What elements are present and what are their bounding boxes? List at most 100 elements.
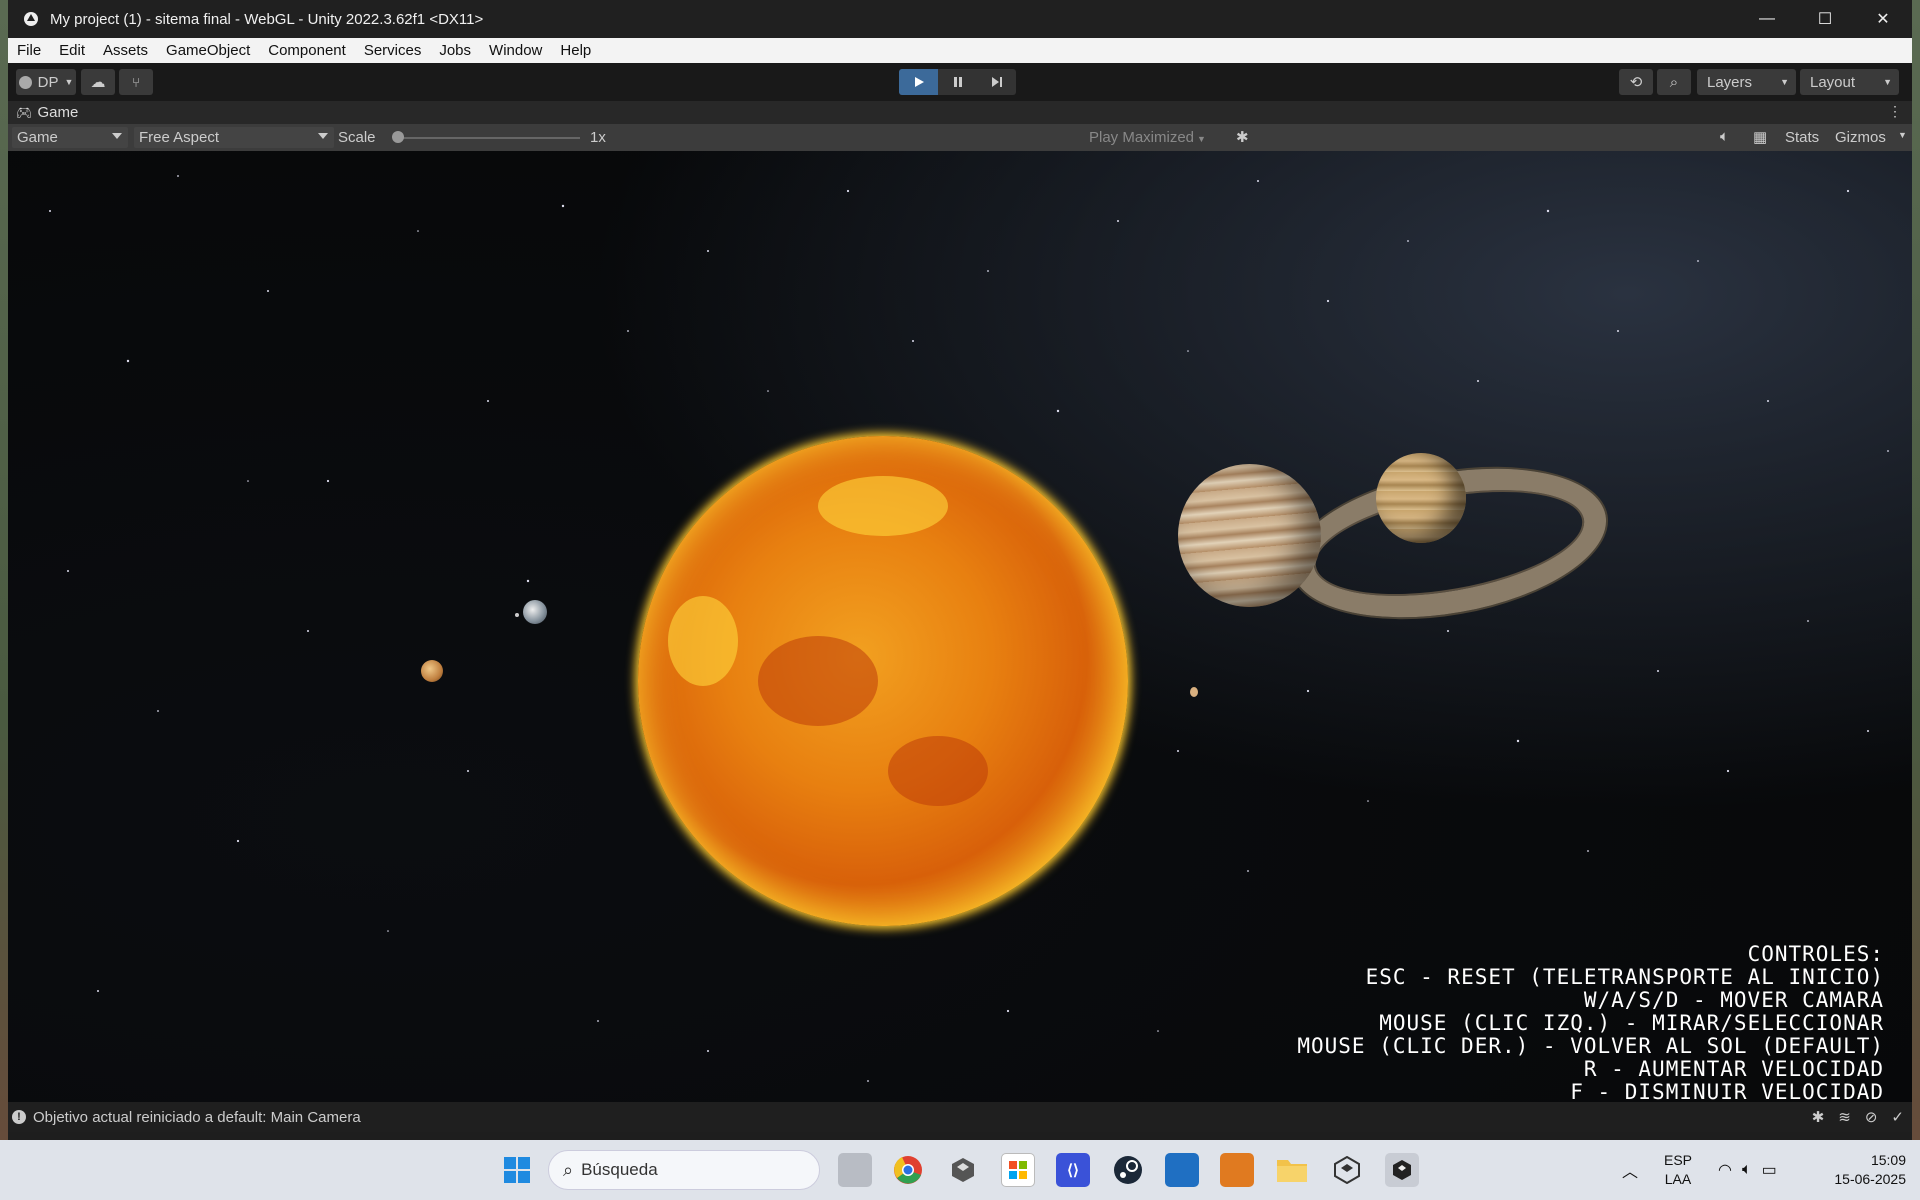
sun-surface bbox=[668, 596, 738, 686]
menu-gameobject[interactable]: GameObject bbox=[157, 42, 259, 59]
chevron-down-icon: ▼ bbox=[1780, 77, 1789, 87]
earth[interactable] bbox=[523, 600, 547, 624]
layout-label: Layout bbox=[1810, 73, 1856, 91]
aspect-dropdown[interactable]: Free Aspect bbox=[134, 127, 334, 148]
store-icon[interactable] bbox=[1001, 1153, 1035, 1187]
task-view-icon[interactable] bbox=[838, 1153, 872, 1187]
display-dropdown[interactable]: Game bbox=[12, 127, 128, 148]
cloud-button[interactable]: ☁ bbox=[81, 69, 115, 95]
status-message[interactable]: Objetivo actual reiniciado a default: Ma… bbox=[33, 1109, 361, 1126]
menu-file[interactable]: File bbox=[8, 42, 50, 59]
app-icon[interactable] bbox=[1220, 1153, 1254, 1187]
play-button[interactable] bbox=[899, 69, 938, 95]
menu-window[interactable]: Window bbox=[480, 42, 551, 59]
menu-component[interactable]: Component bbox=[259, 42, 355, 59]
layers-label: Layers bbox=[1707, 73, 1753, 91]
menu-edit[interactable]: Edit bbox=[50, 42, 94, 59]
scale-label: Scale bbox=[338, 129, 376, 146]
file-explorer-icon[interactable] bbox=[1275, 1153, 1309, 1187]
menu-assets[interactable]: Assets bbox=[94, 42, 157, 59]
bug-icon[interactable]: ✱ bbox=[1236, 128, 1249, 146]
chevron-down-icon: ▼ bbox=[1197, 134, 1206, 144]
control-line: ESC - RESET (TELETRANSPORTE AL INICIO) bbox=[1365, 965, 1884, 989]
menu-services[interactable]: Services bbox=[355, 42, 431, 59]
scale-slider-track[interactable] bbox=[394, 137, 580, 139]
app-icon[interactable] bbox=[1165, 1153, 1199, 1187]
grid-icon[interactable]: ▦ bbox=[1753, 128, 1767, 146]
saturn[interactable] bbox=[1376, 453, 1466, 543]
step-button[interactable] bbox=[977, 69, 1016, 95]
play-icon bbox=[914, 77, 924, 87]
version-control-button[interactable]: ⑂ bbox=[119, 69, 153, 95]
sun[interactable] bbox=[638, 436, 1128, 926]
visual-studio-icon[interactable]: ⟨⟩ bbox=[1056, 1153, 1090, 1187]
stats-button[interactable]: Stats bbox=[1785, 129, 1819, 146]
maximize-button[interactable]: ☐ bbox=[1796, 0, 1854, 38]
game-viewport[interactable]: CONTROLES: ESC - RESET (TELETRANSPORTE A… bbox=[8, 151, 1912, 1102]
vs-glyph: ⟨⟩ bbox=[1067, 1162, 1079, 1179]
unity-hub-icon[interactable] bbox=[946, 1153, 980, 1187]
info-icon: ! bbox=[12, 1110, 26, 1124]
network-icon[interactable]: ⊘ bbox=[1865, 1108, 1878, 1126]
debug-icon[interactable]: ✱ bbox=[1812, 1108, 1825, 1126]
window-title: My project (1) - sitema final - WebGL - … bbox=[50, 10, 484, 28]
jupiter[interactable] bbox=[1178, 464, 1321, 607]
controls-overlay: CONTROLES: ESC - RESET (TELETRANSPORTE A… bbox=[1297, 943, 1884, 1103]
pause-icon bbox=[953, 77, 962, 87]
search-button[interactable]: ⌕ bbox=[1657, 69, 1691, 95]
battery-icon: ▭ bbox=[1761, 1162, 1777, 1179]
sun-surface bbox=[888, 736, 988, 806]
venus[interactable] bbox=[421, 660, 443, 682]
more-options-icon[interactable]: ⋮ bbox=[1888, 103, 1902, 120]
chrome-icon[interactable] bbox=[891, 1153, 925, 1187]
tab-label: Game bbox=[37, 104, 79, 121]
search-icon: ⌕ bbox=[563, 1159, 574, 1180]
search-icon: ⌕ bbox=[1669, 73, 1679, 91]
checkmark-icon[interactable]: ✓ bbox=[1891, 1108, 1904, 1126]
control-line: F - DISMINUIR VELOCIDAD bbox=[1570, 1080, 1884, 1103]
cache-icon[interactable]: ≋ bbox=[1838, 1108, 1851, 1126]
title-bar: My project (1) - sitema final - WebGL - … bbox=[8, 0, 1912, 38]
unity-editor-window: My project (1) - sitema final - WebGL - … bbox=[8, 0, 1912, 1140]
volume-icon: 🔈︎ bbox=[1741, 1161, 1752, 1178]
show-hidden-icons[interactable]: ︿ bbox=[1622, 1140, 1638, 1200]
system-tray[interactable]: ◠ 🔈︎ ▭ bbox=[1718, 1140, 1777, 1200]
play-mode-dropdown[interactable]: Play Maximized ▼ bbox=[1089, 129, 1206, 146]
close-button[interactable]: ✕ bbox=[1854, 0, 1912, 38]
language-indicator[interactable]: ESP LAA bbox=[1664, 1140, 1692, 1200]
moon[interactable] bbox=[515, 613, 519, 617]
undo-history-button[interactable]: ⟲ bbox=[1619, 69, 1653, 95]
chevron-down-icon[interactable]: ▼ bbox=[1898, 130, 1907, 140]
unity-editor-icon[interactable] bbox=[1385, 1153, 1419, 1187]
mercury[interactable] bbox=[1190, 687, 1198, 697]
scale-slider-handle[interactable] bbox=[392, 131, 404, 143]
chevron-down-icon bbox=[112, 133, 122, 139]
menu-help[interactable]: Help bbox=[551, 42, 600, 59]
steam-icon[interactable] bbox=[1111, 1153, 1145, 1187]
windows-taskbar: ⌕ Búsqueda ⟨⟩ ︿ ESP LAA ◠ 🔈︎ ▭ 15:09 15-… bbox=[0, 1140, 1920, 1200]
gizmos-button[interactable]: Gizmos bbox=[1835, 129, 1886, 146]
unity-hub-icon[interactable] bbox=[1330, 1153, 1364, 1187]
account-dropdown[interactable]: DP ▼ bbox=[16, 69, 76, 95]
minimize-button[interactable]: — bbox=[1738, 0, 1796, 38]
keyboard-layout: LAA bbox=[1664, 1171, 1692, 1187]
clock[interactable]: 15:09 15-06-2025 bbox=[1818, 1140, 1906, 1200]
search-placeholder: Búsqueda bbox=[581, 1160, 658, 1179]
start-button[interactable] bbox=[500, 1153, 534, 1187]
unity-logo-icon bbox=[20, 8, 42, 30]
branch-icon: ⑂ bbox=[132, 74, 140, 90]
cloud-icon: ☁ bbox=[90, 74, 106, 91]
layers-dropdown[interactable]: Layers ▼ bbox=[1697, 69, 1796, 95]
taskbar-search[interactable]: ⌕ Búsqueda bbox=[548, 1150, 820, 1190]
pause-button[interactable] bbox=[938, 69, 977, 95]
history-icon: ⟲ bbox=[1629, 74, 1643, 91]
tab-game[interactable]: 🎮︎ Game bbox=[8, 104, 78, 121]
tab-bar: 🎮︎ Game ⋮ bbox=[8, 101, 1912, 124]
mute-audio-icon[interactable]: 🔈︎ bbox=[1720, 128, 1729, 145]
scale-value: 1x bbox=[590, 129, 606, 146]
wifi-icon: ◠ bbox=[1718, 1162, 1732, 1179]
menu-jobs[interactable]: Jobs bbox=[430, 42, 480, 59]
control-line: R - AUMENTAR VELOCIDAD bbox=[1583, 1057, 1884, 1081]
chevron-down-icon: ▼ bbox=[64, 77, 74, 87]
layout-dropdown[interactable]: Layout ▼ bbox=[1800, 69, 1899, 95]
